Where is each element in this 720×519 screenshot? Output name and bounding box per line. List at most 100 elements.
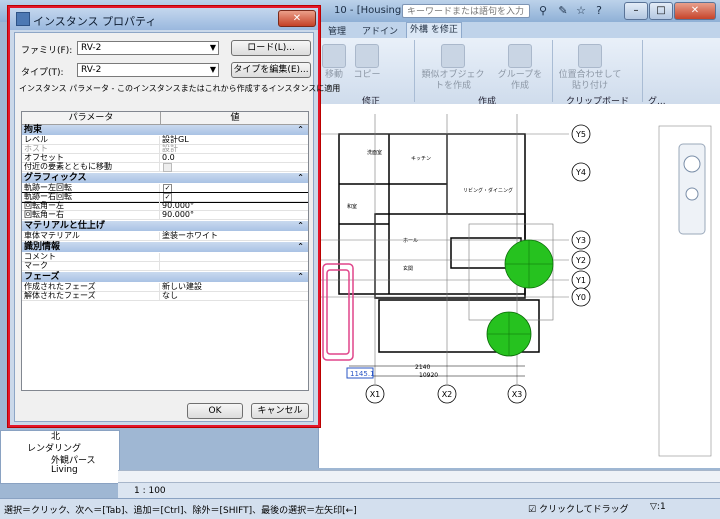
column-header-value[interactable]: 値 — [160, 112, 308, 125]
property-row[interactable]: 車体マテリアル 塗装ーホワイト — [22, 232, 308, 241]
group-constraints[interactable]: 拘束 ⌃ — [22, 125, 308, 135]
property-name: 軌跡ー右回転 — [24, 192, 72, 201]
property-value[interactable]: 90.000° — [162, 211, 194, 219]
group-materials[interactable]: マテリアルと仕上げ ⌃ — [22, 221, 308, 231]
filter-icon: ▽ — [650, 502, 657, 512]
family-label: ファミリ(F): — [21, 46, 73, 56]
grid-label-y0: Y0 — [575, 293, 586, 302]
grid-label-y4: Y4 — [575, 168, 586, 177]
property-name: マーク — [24, 261, 48, 270]
drawing-canvas[interactable]: 1145.1 2140 10920 洗面室 キッチン リビング・ダイニング 和室… — [318, 104, 720, 468]
drag-checkbox[interactable]: ☑ クリックしてドラッグ — [528, 502, 629, 515]
property-name: 付近の要素とともに移動 — [24, 162, 112, 171]
property-name: 回転角ー左 — [24, 201, 64, 210]
help-icon[interactable]: ? — [592, 4, 606, 18]
close-window-button[interactable]: ✕ — [674, 2, 716, 20]
wrench-icon[interactable]: ✎ — [556, 4, 570, 18]
copy-button[interactable]: コピー — [352, 44, 382, 81]
create-similar-label: 類似オブジェクトを作成 — [421, 70, 485, 91]
close-button[interactable]: ✕ — [278, 10, 316, 27]
search-input[interactable]: キーワードまたは語句を入力 — [402, 4, 530, 18]
room-label: リビング・ダイニング — [463, 187, 513, 194]
collapse-icon: ⌃ — [297, 221, 304, 230]
chevron-down-icon: ▼ — [209, 65, 216, 74]
property-row[interactable]: 回転角ー右 90.000° — [22, 211, 308, 220]
grid-label-y1: Y1 — [575, 276, 586, 285]
property-value[interactable]: 塗装ーホワイト — [162, 232, 218, 240]
property-name: オフセット — [24, 153, 64, 162]
properties-grid[interactable]: パラメータ 値 拘束 ⌃ レベル 設計GL ホスト 設計 オフセット 0.0 付近の要素… — [21, 111, 309, 391]
property-row[interactable]: マーク — [22, 262, 308, 271]
status-bar: 選択＝クリック、次へ＝[Tab]、追加＝[Ctrl]、除外＝[SHIFT]、最後… — [0, 498, 720, 519]
collapse-icon: ⌃ — [297, 272, 304, 281]
move-with-nearby-checkbox[interactable] — [163, 163, 172, 172]
ribbon-separator — [552, 40, 553, 102]
group-graphics[interactable]: グラフィックス ⌃ — [22, 173, 308, 183]
group-title: 識別情報 — [24, 242, 61, 252]
property-name: 車体マテリアル — [24, 231, 80, 240]
property-row[interactable]: コメント — [22, 253, 308, 262]
window-controls: – □ ✕ — [623, 2, 716, 20]
property-value[interactable]: 設計GL — [162, 136, 189, 144]
edit-type-button[interactable]: タイプを編集(E)... — [231, 62, 311, 78]
tab-manage[interactable]: 管理 — [328, 24, 346, 37]
type-select[interactable]: RV-2 ▼ — [77, 63, 219, 77]
room-label: 和室 — [347, 203, 357, 210]
group-title: 拘束 — [24, 125, 43, 135]
property-name: 回転角ー右 — [24, 210, 64, 219]
create-similar-icon — [441, 44, 465, 68]
move-button[interactable]: 移動 — [320, 44, 348, 81]
copy-icon — [355, 44, 379, 68]
dimension-label[interactable]: 1145.1 — [350, 370, 375, 378]
dialog-title-bar[interactable]: インスタンス プロパティ ✕ — [10, 8, 318, 30]
group-identity-data[interactable]: 識別情報 ⌃ — [22, 242, 308, 252]
family-select[interactable]: RV-2 ▼ — [77, 41, 219, 55]
ok-button[interactable]: OK — [187, 403, 243, 419]
property-name: 軌跡ー左回転 — [24, 183, 72, 192]
property-value[interactable]: なし — [162, 292, 178, 300]
collapse-icon: ⌃ — [297, 242, 304, 251]
zoom-icon[interactable] — [685, 187, 699, 201]
swing-left-checkbox[interactable]: ✓ — [163, 184, 172, 193]
room-label: ホール — [403, 238, 418, 244]
property-value[interactable]: 新しい建設 — [162, 283, 202, 291]
tab-addins[interactable]: アドイン — [362, 24, 398, 37]
grid-label-y3: Y3 — [575, 236, 586, 245]
create-group-button[interactable]: グループを作成 — [494, 44, 546, 92]
property-name: 作成されたフェーズ — [24, 282, 96, 291]
cancel-button[interactable]: キャンセル — [251, 403, 309, 419]
steering-wheel-icon[interactable] — [683, 155, 701, 173]
paste-icon — [578, 44, 602, 68]
minimize-button[interactable]: – — [624, 2, 648, 20]
star-icon[interactable]: ☆ — [574, 4, 588, 18]
drag-checkbox-label: クリックしてドラッグ — [538, 505, 629, 515]
paste-aligned-label: 位置合わせして貼り付け — [558, 70, 622, 91]
instance-parameter-note: インスタンス パラメータ - このインスタンスまたはこれから作成するインスタンス… — [19, 84, 341, 93]
ribbon-separator — [642, 40, 643, 102]
property-row[interactable]: 解体されたフェーズ なし — [22, 292, 308, 301]
maximize-button[interactable]: □ — [649, 2, 673, 20]
group-title: フェーズ — [24, 272, 60, 282]
grid-label-x1: X1 — [370, 390, 381, 399]
load-button[interactable]: ロード(L)... — [231, 40, 311, 56]
tab-modify-site[interactable]: 外構 を修正 — [406, 22, 462, 38]
column-header-parameter[interactable]: パラメータ — [22, 112, 160, 125]
paste-aligned-button[interactable]: 位置合わせして貼り付け — [558, 44, 622, 92]
create-similar-button[interactable]: 類似オブジェクトを作成 — [420, 44, 486, 92]
dimension-label: 2140 — [415, 364, 430, 371]
room-label: 洗面室 — [367, 149, 382, 156]
property-value[interactable]: 0.0 — [162, 154, 175, 162]
group-title: グラフィックス — [24, 173, 87, 183]
grid-label-y5: Y5 — [575, 130, 586, 139]
dimension-label: 10920 — [419, 372, 438, 379]
scale-label[interactable]: 1 : 100 — [134, 486, 166, 496]
group-phasing[interactable]: フェーズ ⌃ — [22, 272, 308, 282]
project-browser: 北 レンダリング 外観パース Living — [0, 430, 120, 484]
browser-item[interactable]: Living — [51, 465, 78, 475]
binoculars-icon[interactable]: ⚲ — [536, 4, 550, 18]
property-value: 設計 — [162, 144, 178, 153]
grid-label-x3: X3 — [512, 390, 523, 399]
property-row[interactable]: 付近の要素とともに移動 — [22, 163, 308, 172]
property-value[interactable]: 90.000° — [162, 202, 194, 210]
filter-button[interactable]: ▽:1 — [650, 502, 666, 512]
